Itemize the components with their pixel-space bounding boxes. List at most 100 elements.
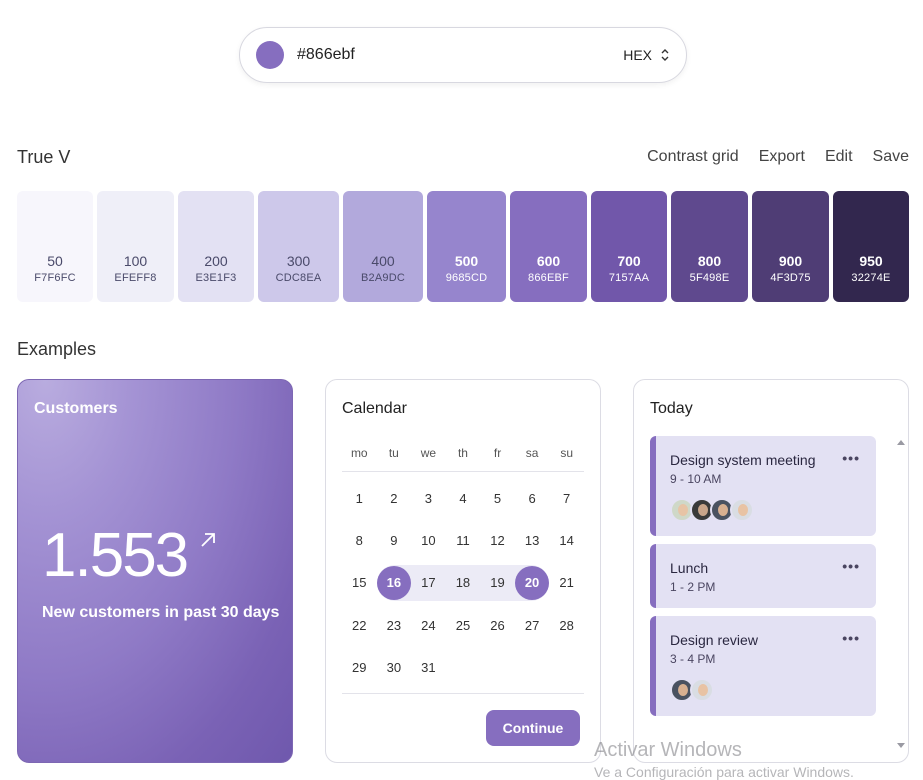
hex-input[interactable]	[297, 46, 557, 64]
color-swatch[interactable]	[256, 41, 284, 69]
swatch-hex-code: 5F498E	[689, 272, 730, 284]
divider	[342, 471, 584, 472]
calendar-day[interactable]: 5	[480, 482, 515, 516]
swatch-shade-label: 300	[286, 253, 311, 269]
save-button[interactable]: Save	[873, 148, 909, 166]
today-title: Today	[650, 400, 693, 417]
swatch-hex-code: 7157AA	[608, 272, 650, 284]
event-item[interactable]: Design review 3 - 4 PM •••	[650, 616, 876, 716]
event-time: 3 - 4 PM	[670, 652, 716, 666]
swatch-800[interactable]: 800 5F498E	[671, 191, 748, 302]
calendar-day[interactable]: 2	[377, 482, 412, 516]
calendar-day[interactable]: 14	[549, 524, 584, 558]
calendar-day[interactable]: 30	[377, 651, 412, 685]
swatch-shade-label: 700	[617, 253, 641, 269]
swatch-hex-code: E3E1F3	[195, 272, 237, 284]
calendar-day[interactable]: 27	[515, 609, 550, 643]
examples-heading: Examples	[17, 339, 97, 359]
weekday-label: tu	[388, 446, 399, 460]
edit-button[interactable]: Edit	[825, 148, 853, 166]
calendar-day[interactable]: 18	[446, 566, 481, 600]
calendar-day[interactable]: 11	[446, 524, 481, 558]
calendar-day[interactable]: 7	[549, 482, 584, 516]
event-list: Design system meeting 9 - 10 AM ••• Lunch 1 …	[650, 436, 876, 724]
calendar-day[interactable]: 24	[411, 609, 446, 643]
more-options-icon[interactable]: •••	[842, 450, 860, 466]
calendar-day[interactable]: 29	[342, 651, 377, 685]
event-time: 9 - 10 AM	[670, 472, 722, 486]
swatch-400[interactable]: 400 B2A9DC	[343, 191, 423, 302]
calendar-empty-cell	[480, 651, 515, 685]
swatch-900[interactable]: 900 4F3D75	[752, 191, 829, 302]
weekday-label: th	[457, 446, 468, 460]
customers-card: Customers 1.553 New customers in past 30…	[17, 379, 293, 763]
watermark-subtitle: Ve a Configuración para activar Windows.	[594, 764, 854, 780]
swatch-hex-code: 9685CD	[445, 272, 488, 284]
swatch-shade-label: 900	[778, 253, 803, 269]
swatch-shade-label: 500	[454, 253, 479, 269]
calendar-day[interactable]: 28	[549, 609, 584, 643]
swatch-50[interactable]: 50 F7F6FC	[17, 191, 93, 302]
calendar-day[interactable]: 10	[411, 524, 446, 558]
calendar-card: Calendar mo tu we th fr sa su 1 2 3 4 5 6 7 8 9 10 11 12 1…	[325, 379, 601, 763]
event-title: Lunch	[670, 560, 709, 576]
event-time: 1 - 2 PM	[670, 580, 716, 594]
swatch-700[interactable]: 700 7157AA	[591, 191, 667, 302]
avatar[interactable]	[730, 498, 754, 522]
calendar-day[interactable]: 9	[377, 524, 412, 558]
swatch-600[interactable]: 600 866EBF	[510, 191, 587, 302]
calendar-day[interactable]: 15	[342, 566, 377, 600]
calendar-empty-cell	[446, 651, 481, 685]
customers-count: 1.553	[42, 521, 189, 590]
calendar-day[interactable]: 13	[515, 524, 550, 558]
calendar-day[interactable]: 6	[515, 482, 550, 516]
format-selector[interactable]: HEX	[623, 47, 670, 63]
chevron-up-down-icon	[661, 49, 669, 61]
calendar-day[interactable]: 22	[342, 609, 377, 643]
event-item[interactable]: Lunch 1 - 2 PM •••	[650, 544, 876, 608]
calendar-day[interactable]: 12	[480, 524, 515, 558]
calendar-day[interactable]: 19	[480, 566, 515, 600]
calendar-day[interactable]: 26	[480, 609, 515, 643]
contrast-grid-button[interactable]: Contrast grid	[647, 148, 739, 166]
calendar-day[interactable]: 17	[411, 566, 446, 600]
calendar-day[interactable]: 3	[411, 482, 446, 516]
swatch-shade-label: 600	[536, 253, 561, 269]
avatar-face	[678, 684, 688, 696]
calendar-day[interactable]: 8	[342, 524, 377, 558]
swatch-100[interactable]: 100 EFEFF8	[97, 191, 174, 302]
swatch-200[interactable]: 200 E3E1F3	[178, 191, 254, 302]
scroll-down-icon[interactable]	[897, 743, 905, 748]
swatch-hex-code: F7F6FC	[34, 272, 76, 284]
swatch-hex-code: CDC8EA	[275, 272, 322, 284]
calendar-day[interactable]: 31	[411, 651, 446, 685]
calendar-day[interactable]: 25	[446, 609, 481, 643]
continue-button[interactable]: Continue	[486, 710, 580, 746]
avatar[interactable]	[690, 678, 714, 702]
swatch-shade-label: 200	[204, 253, 228, 269]
calendar-grid: 1 2 3 4 5 6 7 8 9 10 11 12 13 14 15 16 17 18 19 20 21 22 23 24 2…	[342, 478, 584, 689]
swatch-shade-label: 100	[123, 253, 148, 269]
swatch-950[interactable]: 950 32274E	[833, 191, 909, 302]
swatch-shade-label: 950	[859, 253, 883, 269]
scroll-up-icon[interactable]	[897, 440, 905, 445]
today-card: Today Design system meeting 9 - 10 AM ••• L…	[633, 379, 909, 763]
event-title: Design system meeting	[670, 452, 816, 468]
calendar-week: 1234567	[342, 478, 584, 520]
scrollbar[interactable]	[896, 436, 906, 752]
calendar-day[interactable]: 21	[549, 566, 584, 600]
palette-swatches: 50 F7F6FC 100 EFEFF8 200 E3E1F3 300 CDC8EA 400 B2…	[17, 191, 909, 302]
export-button[interactable]: Export	[759, 148, 805, 166]
avatar-face	[718, 504, 728, 516]
calendar-title: Calendar	[342, 400, 407, 417]
more-options-icon[interactable]: •••	[842, 558, 860, 574]
swatch-300[interactable]: 300 CDC8EA	[258, 191, 339, 302]
more-options-icon[interactable]: •••	[842, 630, 860, 646]
calendar-week: 29 30 31	[342, 647, 584, 689]
weekday-label: sa	[525, 446, 539, 460]
swatch-500[interactable]: 500 9685CD	[427, 191, 506, 302]
calendar-day[interactable]: 1	[342, 482, 377, 516]
calendar-day[interactable]: 23	[377, 609, 412, 643]
event-item[interactable]: Design system meeting 9 - 10 AM •••	[650, 436, 876, 536]
calendar-day[interactable]: 4	[446, 482, 481, 516]
